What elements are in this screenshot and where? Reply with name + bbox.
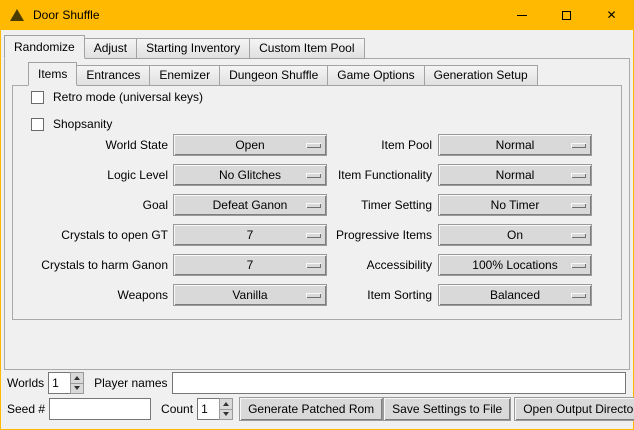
progressive-items-label: Progressive Items: [285, 224, 432, 246]
count-increment-button[interactable]: [219, 398, 233, 410]
count-spin-buttons: [219, 398, 233, 420]
shopsanity-label: Shopsanity: [53, 117, 112, 131]
tab-randomize[interactable]: Randomize: [4, 35, 85, 59]
app-icon[interactable]: [10, 9, 24, 21]
accessibility-label: Accessibility: [285, 254, 432, 276]
progressive-items-dropdown[interactable]: On: [438, 224, 592, 246]
goal-label: Goal: [21, 194, 168, 216]
count-input[interactable]: [197, 398, 219, 420]
seed-label: Seed #: [7, 402, 45, 416]
checkbox-icon: [31, 118, 44, 131]
up-arrow-icon: [74, 376, 80, 380]
tab-dungeon-shuffle[interactable]: Dungeon Shuffle: [219, 65, 328, 86]
tab-starting-inventory[interactable]: Starting Inventory: [136, 38, 250, 59]
timer-setting-label: Timer Setting: [285, 194, 432, 216]
item-functionality-label: Item Functionality: [285, 164, 432, 186]
dropdown-indicator-icon: [571, 203, 586, 208]
retro-mode-label: Retro mode (universal keys): [53, 90, 203, 104]
worlds-spinner: [48, 372, 84, 394]
worlds-label: Worlds: [7, 376, 44, 390]
crystals-harm-ganon-value: 7: [247, 258, 254, 272]
retro-mode-checkbox[interactable]: Retro mode (universal keys): [31, 90, 203, 104]
client-area: Randomize Adjust Starting Inventory Cust…: [1, 30, 633, 429]
checkbox-icon: [31, 91, 44, 104]
window-controls: ✕: [499, 0, 634, 30]
tab-custom-item-pool[interactable]: Custom Item Pool: [249, 38, 364, 59]
weapons-label: Weapons: [21, 284, 168, 306]
tab-adjust[interactable]: Adjust: [84, 38, 137, 59]
minimize-button[interactable]: [499, 0, 544, 30]
worlds-increment-button[interactable]: [70, 372, 84, 384]
player-names-label: Player names: [94, 376, 167, 390]
save-settings-button[interactable]: Save Settings to File: [383, 397, 511, 421]
timer-setting-dropdown[interactable]: No Timer: [438, 194, 592, 216]
count-label: Count: [161, 402, 193, 416]
inner-tab-bar: Items Entrances Enemizer Dungeon Shuffle…: [28, 62, 538, 86]
player-names-input[interactable]: [172, 372, 627, 394]
item-pool-label: Item Pool: [285, 134, 432, 156]
item-sorting-label: Item Sorting: [285, 284, 432, 306]
accessibility-dropdown[interactable]: 100% Locations: [438, 254, 592, 276]
weapons-value: Vanilla: [232, 288, 267, 302]
option-row: Goal Defeat Ganon Timer Setting No Timer: [1, 194, 633, 216]
worlds-spin-buttons: [70, 372, 84, 394]
crystals-open-gt-label: Crystals to open GT: [21, 224, 168, 246]
world-state-label: World State: [21, 134, 168, 156]
up-arrow-icon: [223, 402, 229, 406]
crystals-harm-ganon-label: Crystals to harm Ganon: [21, 254, 168, 276]
titlebar: Door Shuffle ✕: [0, 0, 634, 30]
close-icon: ✕: [606, 9, 616, 21]
dropdown-indicator-icon: [571, 143, 586, 148]
maximize-icon: [562, 11, 571, 20]
item-functionality-value: Normal: [496, 168, 535, 182]
tab-generation-setup[interactable]: Generation Setup: [424, 65, 538, 86]
world-state-value: Open: [235, 138, 264, 152]
option-row: World State Open Item Pool Normal: [1, 134, 633, 156]
logic-level-label: Logic Level: [21, 164, 168, 186]
dropdown-indicator-icon: [571, 293, 586, 298]
progressive-items-value: On: [507, 228, 523, 242]
seed-row: Seed # Count Generate Patched Rom Save S…: [1, 397, 633, 421]
tab-items[interactable]: Items: [28, 62, 77, 86]
logic-level-value: No Glitches: [219, 168, 281, 182]
maximize-button[interactable]: [544, 0, 589, 30]
crystals-open-gt-value: 7: [247, 228, 254, 242]
accessibility-value: 100% Locations: [472, 258, 557, 272]
timer-setting-value: No Timer: [491, 198, 540, 212]
count-decrement-button[interactable]: [219, 410, 233, 421]
item-sorting-dropdown[interactable]: Balanced: [438, 284, 592, 306]
worlds-row: Worlds Player names: [1, 371, 633, 395]
tab-enemizer[interactable]: Enemizer: [149, 65, 220, 86]
item-pool-dropdown[interactable]: Normal: [438, 134, 592, 156]
option-row: Logic Level No Glitches Item Functionali…: [1, 164, 633, 186]
option-row: Crystals to open GT 7 Progressive Items …: [1, 224, 633, 246]
item-sorting-value: Balanced: [490, 288, 540, 302]
dropdown-indicator-icon: [571, 263, 586, 268]
tab-game-options[interactable]: Game Options: [327, 65, 424, 86]
down-arrow-icon: [223, 412, 229, 416]
shopsanity-checkbox[interactable]: Shopsanity: [31, 117, 112, 131]
outer-tab-bar: Randomize Adjust Starting Inventory Cust…: [4, 35, 365, 59]
count-spinner: [197, 398, 233, 420]
item-pool-value: Normal: [496, 138, 535, 152]
item-functionality-dropdown[interactable]: Normal: [438, 164, 592, 186]
app-window: Door Shuffle ✕ Randomize Adjust Starting…: [0, 0, 634, 430]
seed-input[interactable]: [49, 398, 151, 420]
option-row: Crystals to harm Ganon 7 Accessibility 1…: [1, 254, 633, 276]
tab-entrances[interactable]: Entrances: [76, 65, 150, 86]
dropdown-indicator-icon: [571, 233, 586, 238]
close-button[interactable]: ✕: [589, 0, 634, 30]
window-title: Door Shuffle: [33, 8, 100, 22]
dropdown-indicator-icon: [571, 173, 586, 178]
minimize-icon: [517, 15, 527, 16]
option-row: Weapons Vanilla Item Sorting Balanced: [1, 284, 633, 306]
open-output-directory-button[interactable]: Open Output Directory: [514, 397, 634, 421]
worlds-decrement-button[interactable]: [70, 384, 84, 395]
goal-value: Defeat Ganon: [213, 198, 288, 212]
generate-patched-rom-button[interactable]: Generate Patched Rom: [239, 397, 383, 421]
worlds-input[interactable]: [48, 372, 70, 394]
down-arrow-icon: [74, 386, 80, 390]
